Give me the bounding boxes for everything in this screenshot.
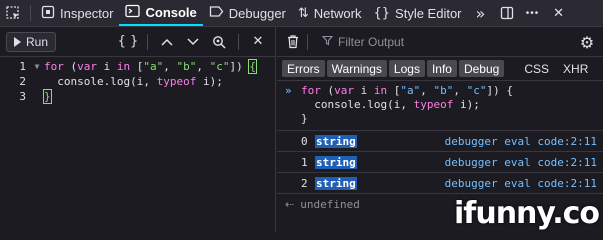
tab-debugger[interactable]: Debugger: [203, 0, 292, 26]
result-value: undefined: [300, 197, 360, 211]
ifunny-watermark: ifunny.co: [454, 196, 600, 231]
close-editor-icon[interactable]: ✕: [247, 31, 269, 53]
filter-output-input[interactable]: Filter Output: [321, 34, 405, 49]
debugger-icon: [209, 5, 224, 21]
close-icon[interactable]: ✕: [546, 0, 572, 26]
toolbar-divider: [30, 5, 31, 21]
filter-warnings-button[interactable]: Warnings: [326, 60, 387, 77]
filter-icon: [321, 35, 334, 49]
reverse-search-icon[interactable]: [208, 31, 230, 53]
code-line: 1 ▼ for (var i in ["a", "b", "c"]) {: [0, 59, 275, 74]
devtools-toolbar: Inspector Console Debugger ⇅ Network {} …: [0, 0, 603, 27]
fold-arrow-icon[interactable]: ▼: [30, 59, 44, 74]
tab-network[interactable]: ⇅ Network: [292, 0, 368, 26]
run-button-label: Run: [26, 34, 49, 49]
history-down-icon[interactable]: [182, 31, 204, 53]
tab-debugger-label: Debugger: [228, 5, 286, 21]
style-editor-icon: {}: [373, 5, 391, 21]
editor-toolbar: Run { } ✕: [0, 27, 275, 57]
inspector-icon: [41, 5, 55, 22]
run-button[interactable]: Run: [6, 31, 57, 52]
code-line: 2 console.log(i, typeof i);: [0, 74, 275, 89]
dock-toggle-icon[interactable]: [494, 0, 520, 26]
editor-toolbar-divider: [238, 33, 239, 50]
line-number: 1: [19, 60, 26, 73]
source-location-link[interactable]: debugger eval code:2:11: [445, 177, 597, 190]
filter-info-button[interactable]: Info: [426, 60, 457, 77]
tab-style-editor[interactable]: {} Style Editor: [367, 0, 467, 26]
overflow-tabs-icon[interactable]: »: [468, 0, 494, 26]
tab-console[interactable]: Console: [119, 0, 203, 26]
tab-style-editor-label: Style Editor: [395, 5, 462, 21]
log-index: 0: [301, 134, 308, 148]
filter-requests-button[interactable]: R: [598, 60, 603, 77]
filter-css-button[interactable]: CSS: [520, 60, 553, 77]
line-number: 2: [19, 75, 26, 88]
code-line: 3 }: [0, 89, 275, 104]
history-up-icon[interactable]: [156, 31, 178, 53]
trash-icon[interactable]: [283, 32, 303, 52]
source-location-link[interactable]: debugger eval code:2:11: [445, 135, 597, 148]
filter-xhr-button[interactable]: XHR: [559, 60, 592, 77]
console-message: 0 string debugger eval code:2:11: [277, 131, 603, 152]
tab-network-label: Network: [313, 5, 362, 21]
log-type-value: string: [315, 176, 357, 190]
element-picker-icon[interactable]: [0, 0, 26, 26]
editor-toolbar-divider: [147, 33, 148, 50]
tab-console-label: Console: [145, 4, 197, 20]
tab-inspector-label: Inspector: [60, 5, 114, 21]
console-message: 1 string debugger eval code:2:11: [277, 152, 603, 173]
console-toolbar-divider: [307, 33, 308, 50]
tab-inspector[interactable]: Inspector: [35, 0, 119, 26]
log-type-value: string: [315, 155, 357, 169]
evaluated-input: » for (var i in ["a", "b", "c"]) { consol…: [277, 81, 603, 131]
console-message: 2 string debugger eval code:2:11: [277, 173, 603, 194]
code-area[interactable]: 1 ▼ for (var i in ["a", "b", "c"]) { 2 c…: [0, 57, 275, 104]
filter-debug-button[interactable]: Debug: [458, 60, 505, 77]
multiline-editor: Run { } ✕ 1 ▼ for (var i in ["a", "b", "…: [0, 27, 276, 232]
console-icon: [125, 4, 141, 21]
log-type-value: string: [315, 134, 357, 148]
result-arrow-icon: ⇠: [285, 197, 295, 211]
play-icon: [14, 36, 21, 47]
filter-placeholder: Filter Output: [338, 34, 405, 49]
gear-icon[interactable]: ⚙: [577, 32, 597, 52]
network-icon: ⇅: [297, 5, 309, 21]
more-options-icon[interactable]: •••: [520, 0, 546, 26]
filter-errors-button[interactable]: Errors: [282, 60, 325, 77]
input-prompt-icon: »: [285, 84, 292, 97]
filter-logs-button[interactable]: Logs: [388, 60, 425, 77]
pretty-print-icon[interactable]: { }: [117, 31, 139, 53]
source-location-link[interactable]: debugger eval code:2:11: [445, 156, 597, 169]
console-toolbar: Filter Output ⚙: [277, 27, 603, 57]
line-number: 3: [19, 90, 26, 103]
log-index: 1: [301, 155, 308, 169]
log-level-filters: Errors Warnings Logs Info Debug CSS XHR …: [277, 57, 603, 81]
log-index: 2: [301, 176, 308, 190]
